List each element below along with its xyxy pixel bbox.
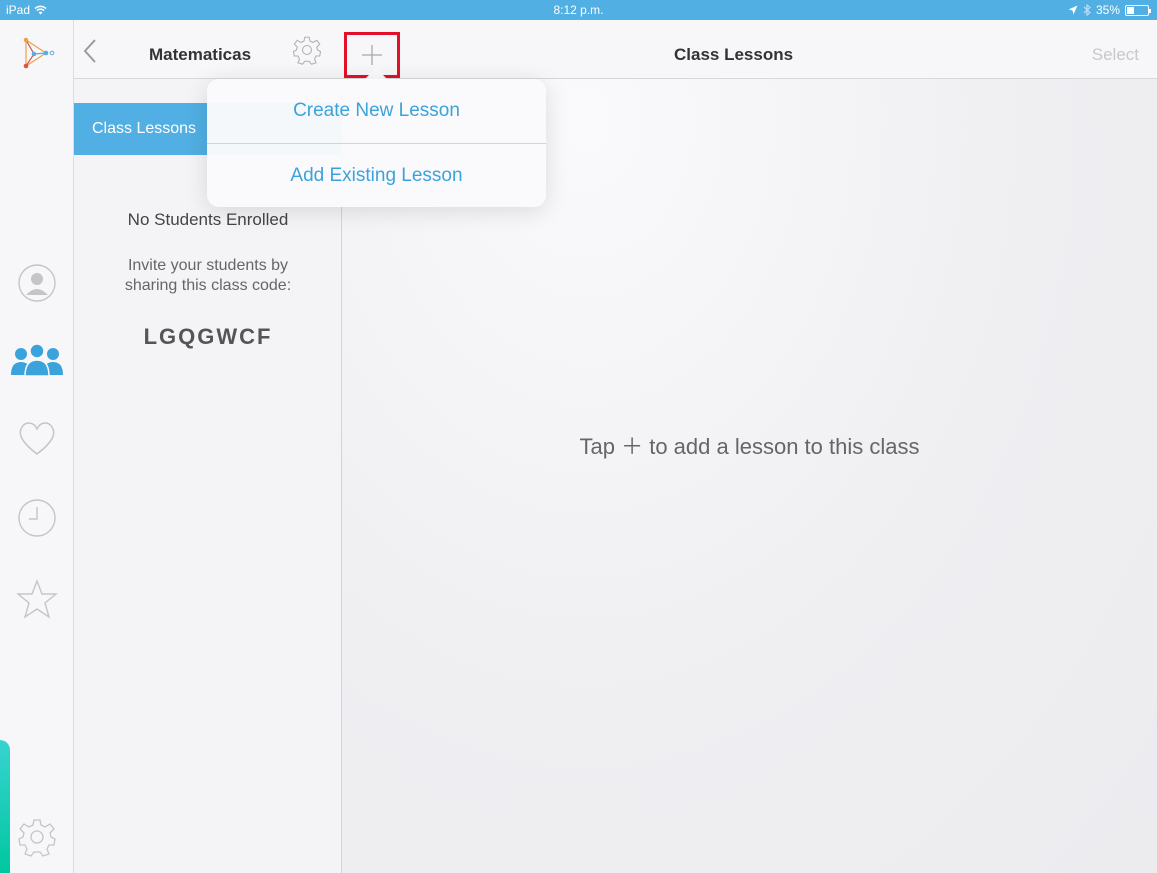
popover-arrow — [365, 68, 387, 79]
select-button[interactable]: Select — [1092, 45, 1139, 65]
gear-icon — [292, 36, 322, 65]
plus-icon — [362, 45, 382, 65]
invite-text: Invite your students by sharing this cla… — [74, 256, 342, 296]
settings-icon[interactable] — [0, 817, 74, 857]
bluetooth-icon — [1083, 4, 1091, 16]
history-icon[interactable] — [0, 498, 74, 538]
add-existing-lesson-button[interactable]: Add Existing Lesson — [207, 143, 546, 207]
status-bar: iPad 8:12 p.m. 35% — [0, 0, 1157, 20]
no-students-label: No Students Enrolled — [127, 210, 289, 229]
status-right: 35% — [1068, 3, 1151, 17]
chevron-left-icon — [83, 39, 96, 63]
class-settings-button[interactable] — [292, 35, 322, 70]
page-title: Class Lessons — [674, 45, 794, 64]
app-logo-icon[interactable] — [0, 34, 74, 72]
create-new-lesson-button[interactable]: Create New Lesson — [207, 79, 546, 143]
invite-line-2: sharing this class code: — [124, 277, 292, 294]
class-code: LGQGWCF — [143, 324, 273, 349]
status-time: 8:12 p.m. — [553, 3, 604, 17]
favorites-icon[interactable] — [0, 419, 74, 457]
classes-icon[interactable] — [0, 341, 74, 377]
left-rail — [0, 20, 74, 873]
back-button[interactable] — [82, 38, 98, 69]
add-lesson-popover: Create New Lesson Add Existing Lesson — [207, 79, 546, 207]
battery-fill — [1127, 6, 1134, 14]
navigation-bar: Matematicas Class Lessons Select — [74, 20, 1157, 79]
profile-icon[interactable] — [0, 263, 74, 303]
battery-icon — [1125, 4, 1151, 16]
starred-icon[interactable] — [0, 579, 74, 621]
battery-percent: 35% — [1095, 3, 1120, 17]
invite-line-1: Invite your students by — [127, 257, 289, 274]
class-name: Matematicas — [149, 45, 252, 64]
location-arrow-icon — [1068, 5, 1078, 15]
accent-strip — [0, 740, 10, 873]
empty-state-message: Tap ＋ to add a lesson to this class — [579, 434, 920, 459]
